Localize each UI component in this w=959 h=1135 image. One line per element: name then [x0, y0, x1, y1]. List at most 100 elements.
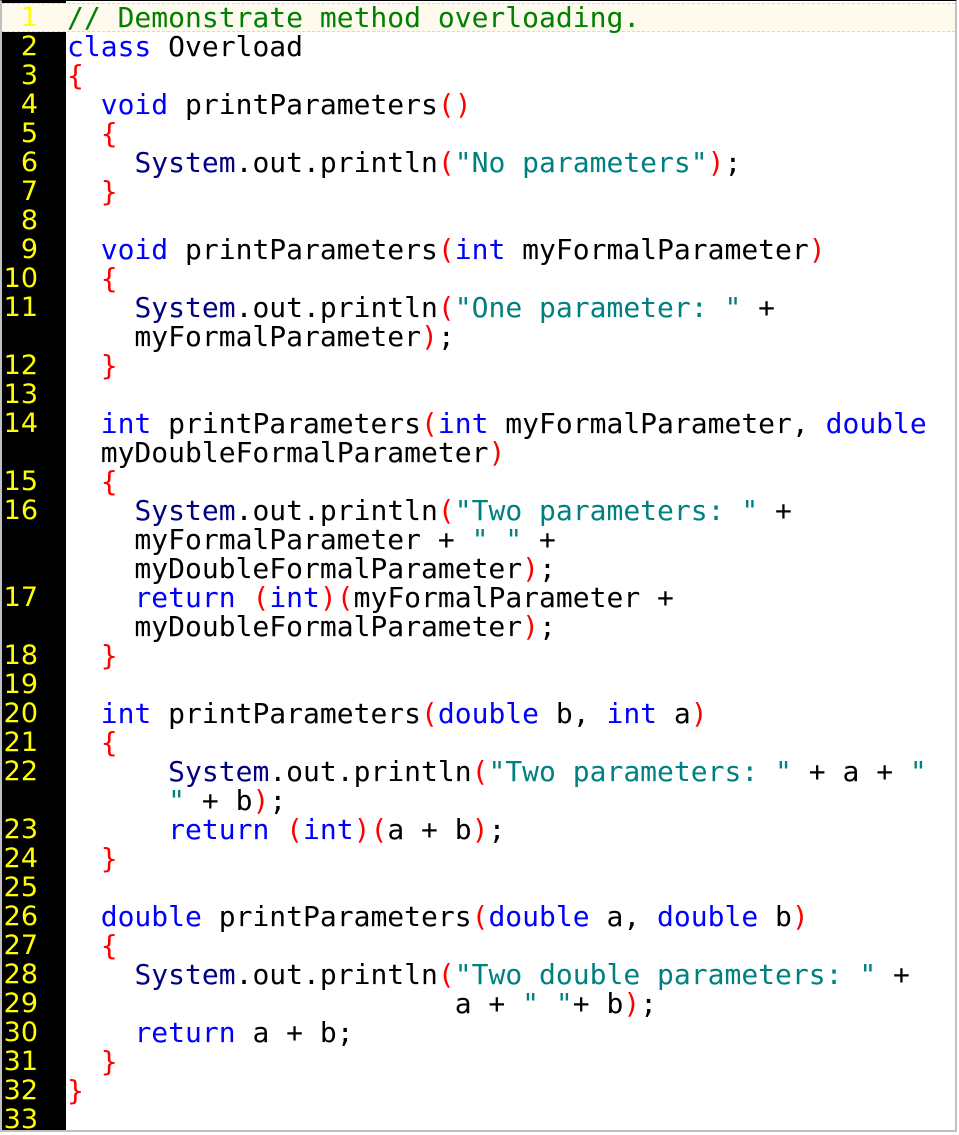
- code-text: }: [67, 177, 118, 206]
- code-text-token: printParameters: [168, 233, 438, 266]
- line-number: 15: [3, 466, 38, 497]
- code-line[interactable]: 20 int printParameters(double b, int a): [2, 699, 955, 728]
- code-line-wrapped[interactable]: myFormalParameter);: [2, 322, 955, 351]
- code-line[interactable]: 15 {: [2, 467, 955, 496]
- code-text-token: +: [741, 291, 776, 324]
- code-text-token: myDoubleFormalParameter: [67, 436, 489, 469]
- code-line[interactable]: 18 }: [2, 641, 955, 670]
- code-line[interactable]: 1 // Demonstrate method overloading.: [2, 3, 955, 32]
- code-line[interactable]: 22 System.out.println("Two parameters: "…: [2, 757, 955, 786]
- code-line[interactable]: 29 a + " "+ b);: [2, 989, 955, 1018]
- code-text: // Demonstrate method overloading.: [67, 4, 640, 32]
- code-line-wrapped[interactable]: " + b);: [2, 786, 955, 815]
- code-line[interactable]: 12 }: [2, 351, 955, 380]
- code-line-wrapped[interactable]: myFormalParameter + " " +: [2, 525, 955, 554]
- code-text-token: printParameters: [201, 900, 472, 933]
- code-text: System.out.println("Two parameters: " + …: [67, 757, 927, 786]
- code-line-wrapped[interactable]: myDoubleFormalParameter): [2, 438, 955, 467]
- code-text: " + b);: [67, 786, 286, 815]
- code-line[interactable]: 24 }: [2, 844, 955, 873]
- keyword-token: return: [168, 813, 270, 846]
- class-name-token: System: [134, 146, 236, 179]
- line-number: 5: [20, 118, 38, 149]
- code-text: return a + b;: [67, 1018, 353, 1047]
- code-text: int printParameters(double b, int a): [67, 699, 708, 728]
- code-text: class Overload: [67, 32, 303, 61]
- code-text: {: [67, 264, 118, 293]
- code-text: {: [67, 467, 118, 496]
- code-line[interactable]: 10 {: [2, 264, 955, 293]
- code-line[interactable]: 7 }: [2, 177, 955, 206]
- code-text-token: +: [758, 494, 792, 527]
- string-literal-token: ": [909, 755, 927, 788]
- code-text-token: printParameters: [168, 88, 438, 121]
- code-line[interactable]: 2 class Overload: [2, 32, 955, 61]
- code-line[interactable]: 14 int printParameters(int myFormalParam…: [2, 409, 955, 438]
- code-line[interactable]: 32}: [2, 1076, 955, 1105]
- code-line[interactable]: 16 System.out.println("Two parameters: "…: [2, 496, 955, 525]
- code-line[interactable]: 28 System.out.println("Two double parame…: [2, 960, 955, 989]
- code-line[interactable]: 11 System.out.println("One parameter: " …: [2, 293, 955, 322]
- keyword-token: double: [437, 697, 540, 730]
- code-text: }: [67, 1076, 84, 1105]
- bracket-token: ): [690, 697, 708, 730]
- code-line-wrapped[interactable]: myDoubleFormalParameter);: [2, 554, 955, 583]
- code-text-token: .out.println: [235, 146, 438, 179]
- code-text-token: myFormalParameter: [505, 233, 809, 266]
- bracket-token: (: [471, 755, 489, 788]
- bracket-token: (: [286, 813, 304, 846]
- code-text-token: +: [876, 958, 910, 991]
- line-number: 4: [20, 89, 38, 120]
- code-line[interactable]: 31 }: [2, 1047, 955, 1076]
- code-text: int printParameters(int myFormalParamete…: [67, 409, 927, 438]
- code-text-token: myFormalParameter: [67, 320, 422, 353]
- code-text: void printParameters(int myFormalParamet…: [67, 235, 826, 264]
- code-line[interactable]: 9 void printParameters(int myFormalParam…: [2, 235, 955, 264]
- code-line[interactable]: 3{: [2, 61, 955, 90]
- line-number: 6: [20, 147, 38, 178]
- code-line-wrapped[interactable]: myDoubleFormalParameter);: [2, 612, 955, 641]
- line-number: 30: [3, 1017, 38, 1048]
- bracket-token: }: [100, 175, 118, 208]
- code-line[interactable]: 4 void printParameters(): [2, 90, 955, 119]
- bracket-token: ): [421, 320, 438, 353]
- code-line[interactable]: 27 {: [2, 931, 955, 960]
- code-text: myDoubleFormalParameter);: [67, 612, 555, 641]
- code-lines[interactable]: 1 // Demonstrate method overloading. 2 clas…: [2, 3, 955, 1134]
- line-number: 10: [3, 263, 38, 294]
- line-number: 3: [20, 60, 38, 91]
- code-text-token: b,: [539, 697, 607, 730]
- code-line[interactable]: 21 {: [2, 728, 955, 757]
- code-line[interactable]: 30 return a + b;: [2, 1018, 955, 1047]
- line-number: 1: [20, 2, 38, 33]
- code-line[interactable]: 6 System.out.println("No parameters");: [2, 148, 955, 177]
- code-text-token: a + b: [387, 813, 472, 846]
- code-text-token: b: [758, 900, 792, 933]
- code-editor[interactable]: 1 // Demonstrate method overloading. 2 clas…: [0, 0, 957, 1134]
- bracket-token: (: [421, 697, 438, 730]
- keyword-token: double: [657, 900, 759, 933]
- bracket-token: ): [471, 813, 489, 846]
- bracket-token: ): [707, 146, 725, 179]
- code-text: return (int)(a + b);: [67, 815, 505, 844]
- code-line[interactable]: 33: [2, 1105, 955, 1134]
- code-line[interactable]: 8: [2, 206, 955, 235]
- code-line[interactable]: 5 {: [2, 119, 955, 148]
- code-line[interactable]: 19: [2, 670, 955, 699]
- string-literal-token: " ": [522, 987, 573, 1020]
- line-number: 9: [20, 234, 38, 265]
- code-text: void printParameters(): [67, 90, 472, 119]
- code-line[interactable]: 26 double printParameters(double a, doub…: [2, 902, 955, 931]
- code-text-token: a,: [589, 900, 658, 933]
- keyword-token: double: [825, 407, 927, 440]
- line-number: 12: [3, 350, 38, 381]
- code-line[interactable]: 17 return (int)(myFormalParameter +: [2, 583, 955, 612]
- code-line[interactable]: 13: [2, 380, 955, 409]
- code-line[interactable]: 23 return (int)(a + b);: [2, 815, 955, 844]
- bracket-token: (: [471, 900, 489, 933]
- code-text: myFormalParameter + " " +: [67, 525, 555, 554]
- code-text-token: a: [657, 697, 691, 730]
- code-line[interactable]: 25: [2, 873, 955, 902]
